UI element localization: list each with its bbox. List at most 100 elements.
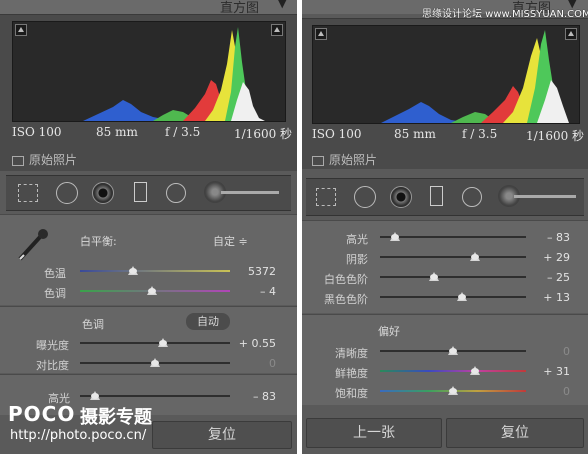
red-eye-icon[interactable] bbox=[92, 182, 114, 204]
white-balance-label: 白平衡: bbox=[80, 235, 117, 248]
highlight-clipping-icon[interactable] bbox=[271, 24, 283, 36]
radial-filter-icon[interactable] bbox=[166, 183, 186, 203]
iso-value: ISO 100 bbox=[12, 125, 62, 139]
white-balance-section: 白平衡: 自定 ≑ 色温 5372 色调 – 4 bbox=[0, 214, 297, 305]
contrast-label: 对比度 bbox=[36, 359, 69, 372]
tint-value[interactable]: – 4 bbox=[248, 285, 276, 298]
graduated-filter-icon[interactable] bbox=[430, 186, 443, 206]
focal-length: 85 mm bbox=[96, 125, 138, 139]
original-photo-toggle[interactable]: 原始照片 bbox=[312, 151, 377, 168]
tone-header: 色调 bbox=[82, 318, 104, 331]
aperture: f / 3.5 bbox=[462, 127, 498, 141]
original-photo-label: 原始照片 bbox=[329, 153, 378, 167]
temp-slider-track[interactable] bbox=[80, 270, 230, 272]
aperture: f / 3.5 bbox=[165, 125, 201, 139]
highlight-clipping-icon[interactable] bbox=[565, 28, 577, 40]
whites-value[interactable]: – 25 bbox=[538, 271, 570, 284]
highlights-slider-track[interactable] bbox=[380, 236, 526, 238]
shadows-label: 阴影 bbox=[346, 253, 368, 266]
highlights-slider-thumb[interactable] bbox=[389, 232, 400, 241]
watermark-brand: POCO bbox=[8, 402, 76, 426]
exposure-slider-thumb[interactable] bbox=[157, 338, 168, 347]
shadow-clipping-icon[interactable] bbox=[15, 24, 27, 36]
vibrance-slider-track[interactable] bbox=[380, 370, 526, 372]
reset-button[interactable]: 复位 bbox=[152, 421, 292, 449]
whites-slider-thumb[interactable] bbox=[429, 272, 440, 281]
histogram-graph bbox=[83, 27, 265, 121]
exposure-slider-track[interactable] bbox=[80, 342, 230, 344]
brush-size-bar[interactable] bbox=[221, 191, 279, 194]
brush-size-bar[interactable] bbox=[514, 195, 576, 198]
whites-label: 白色色阶 bbox=[324, 273, 368, 286]
highlights-label: 高光 bbox=[346, 233, 368, 246]
shutter-speed: 1/1600 秒 bbox=[234, 127, 293, 141]
presence-header: 偏好 bbox=[378, 325, 400, 338]
tone-section: 高光 – 83 阴影 + 29 白色色阶 – 25 黑色色阶 + 13 bbox=[302, 220, 588, 313]
temp-label: 色温 bbox=[44, 267, 66, 280]
vibrance-label: 鲜艳度 bbox=[335, 367, 368, 380]
original-photo-toggle[interactable]: 原始照片 bbox=[12, 151, 77, 168]
tint-slider-thumb[interactable] bbox=[147, 286, 157, 295]
spot-removal-icon[interactable] bbox=[354, 186, 376, 208]
right-develop-panel: 直方图 ▼ 思缘设计论坛 www.MISSYUAN.COM ISO 100 85… bbox=[302, 0, 588, 454]
blacks-label: 黑色色阶 bbox=[324, 293, 368, 306]
focal-length: 85 mm bbox=[394, 127, 436, 141]
saturation-value[interactable]: 0 bbox=[538, 385, 570, 398]
exposure-value[interactable]: + 0.55 bbox=[236, 337, 276, 350]
blacks-value[interactable]: + 13 bbox=[538, 291, 570, 304]
original-photo-checkbox[interactable] bbox=[312, 155, 324, 166]
reset-button[interactable]: 复位 bbox=[446, 418, 584, 448]
original-photo-checkbox[interactable] bbox=[12, 155, 24, 166]
collapse-arrow-icon[interactable]: ▼ bbox=[278, 0, 286, 10]
histogram-panel: ISO 100 85 mm f / 3.5 1/1600 秒 原始照片 bbox=[0, 14, 297, 171]
tool-strip bbox=[306, 178, 584, 216]
clarity-slider-thumb[interactable] bbox=[448, 346, 458, 355]
watermark-url: http://photo.poco.cn/ bbox=[10, 428, 147, 443]
highlights-value[interactable]: – 83 bbox=[240, 390, 276, 403]
temp-slider-thumb[interactable] bbox=[127, 266, 138, 275]
watermark-title: 摄影专题 bbox=[80, 407, 152, 428]
contrast-value[interactable]: 0 bbox=[236, 357, 276, 370]
original-photo-label: 原始照片 bbox=[29, 153, 78, 167]
shadows-slider-thumb[interactable] bbox=[469, 252, 480, 261]
tone-auto-button[interactable]: 自动 bbox=[186, 313, 230, 330]
presence-section: 偏好 清晰度 0 鲜艳度 + 31 饱和度 0 bbox=[302, 314, 588, 405]
vibrance-value[interactable]: + 31 bbox=[538, 365, 570, 378]
highlights-slider-thumb[interactable] bbox=[90, 391, 100, 400]
radial-filter-icon[interactable] bbox=[462, 187, 482, 207]
shutter-speed: 1/1600 秒 bbox=[526, 129, 585, 143]
vibrance-slider-thumb[interactable] bbox=[469, 366, 480, 375]
graduated-filter-icon[interactable] bbox=[134, 182, 147, 202]
spot-removal-icon[interactable] bbox=[56, 182, 78, 204]
highlights-value[interactable]: – 83 bbox=[538, 231, 570, 244]
histogram-chart[interactable] bbox=[12, 21, 286, 122]
clarity-value[interactable]: 0 bbox=[538, 345, 570, 358]
histogram-panel: ISO 100 85 mm f / 3.5 1/1600 秒 原始照片 bbox=[302, 18, 588, 169]
shadows-slider-track[interactable] bbox=[380, 256, 526, 258]
red-eye-icon[interactable] bbox=[390, 186, 412, 208]
eyedropper-icon[interactable] bbox=[14, 227, 50, 263]
tone-section: 色调 自动 曝光度 + 0.55 对比度 0 bbox=[0, 306, 297, 373]
crop-overlay-icon[interactable] bbox=[18, 184, 38, 202]
shadows-value[interactable]: + 29 bbox=[538, 251, 570, 264]
white-balance-dropdown[interactable]: 自定 ≑ bbox=[213, 233, 248, 249]
tint-label: 色调 bbox=[44, 287, 66, 300]
saturation-slider-thumb[interactable] bbox=[448, 386, 458, 395]
exposure-label: 曝光度 bbox=[36, 339, 69, 352]
histogram-chart[interactable] bbox=[312, 25, 580, 124]
histogram-graph bbox=[381, 30, 569, 123]
saturation-label: 饱和度 bbox=[335, 387, 368, 400]
whites-slider-track[interactable] bbox=[380, 276, 526, 278]
histogram-header[interactable]: 直方图 ▼ bbox=[0, 0, 297, 16]
temp-value[interactable]: 5372 bbox=[248, 265, 276, 278]
tool-strip bbox=[6, 175, 291, 211]
iso-value: ISO 100 bbox=[312, 127, 362, 141]
crop-overlay-icon[interactable] bbox=[316, 188, 336, 206]
clarity-label: 清晰度 bbox=[335, 347, 368, 360]
previous-button[interactable]: 上一张 bbox=[306, 418, 442, 448]
highlights-slider-track[interactable] bbox=[80, 395, 230, 397]
contrast-slider-thumb[interactable] bbox=[150, 358, 160, 367]
shadow-clipping-icon[interactable] bbox=[315, 28, 327, 40]
blacks-slider-track[interactable] bbox=[380, 296, 526, 298]
blacks-slider-thumb[interactable] bbox=[456, 292, 467, 301]
